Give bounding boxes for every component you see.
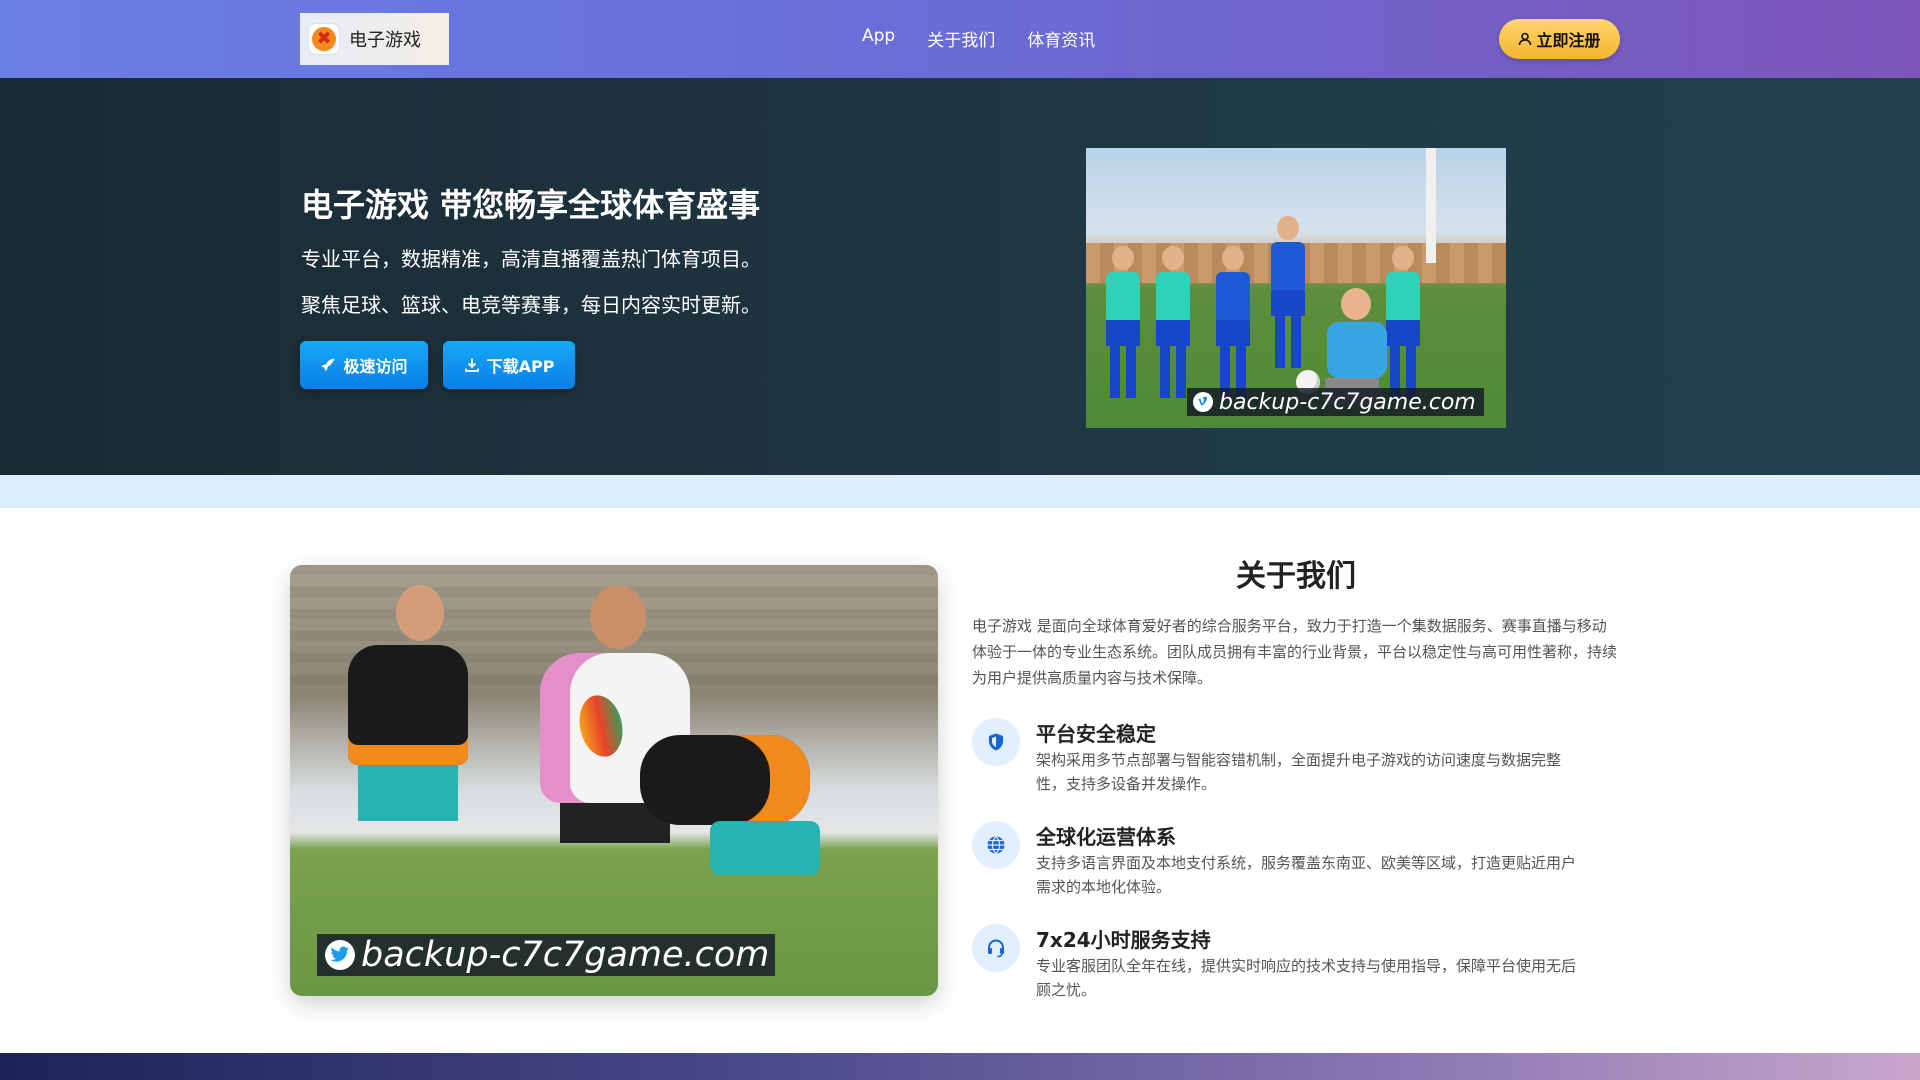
photo-kid — [1271, 216, 1305, 368]
main-nav: App 关于我们 体育资讯 — [862, 26, 1127, 51]
nav-link-app[interactable]: App — [862, 26, 895, 51]
register-label: 立即注册 — [1536, 31, 1601, 50]
user-icon — [1518, 32, 1532, 46]
download-app-label: 下载APP — [486, 357, 555, 376]
photo-rugby-player — [640, 735, 840, 935]
feature-title: 平台安全稳定 — [1036, 722, 1156, 746]
feature-description: 专业客服团队全年在线，提供实时响应的技术支持与使用指导，保障平台使用无后顾之忧。 — [1036, 957, 1577, 999]
hero-divider-band — [0, 475, 1920, 508]
hero-subtitle-1: 专业平台，数据精准，高清直播覆盖热门体育项目。 — [301, 247, 761, 271]
feature-description: 支持多语言界面及本地支付系统，服务覆盖东南亚、欧美等区域，打造更贴近用户需求的本… — [1036, 854, 1577, 896]
rocket-icon — [321, 358, 335, 371]
photo-rugby-player — [348, 585, 488, 905]
hero-photo-youth-football: backup-c7c7game.com — [1086, 148, 1506, 428]
vimeo-icon — [1193, 392, 1213, 412]
photo-watermark-text: backup-c7c7game.com — [361, 935, 770, 975]
shield-icon — [972, 718, 1020, 766]
globe-icon — [972, 821, 1020, 869]
top-navbar: ✖ 电子游戏 App 关于我们 体育资讯 立即注册 — [0, 0, 1920, 78]
brand-name: 电子游戏 — [349, 30, 421, 51]
photo-kid — [1106, 246, 1140, 398]
photo-kid — [1216, 246, 1250, 398]
hero-section — [0, 78, 1920, 475]
download-icon — [464, 358, 479, 372]
download-app-button[interactable]: 下载APP — [443, 341, 575, 389]
photo-watermark: backup-c7c7game.com — [317, 934, 776, 976]
feature-description: 架构采用多节点部署与智能容错机制，全面提升电子游戏的访问速度与数据完整性，支持多… — [1036, 751, 1562, 793]
photo-light-pole — [1426, 148, 1436, 263]
photo-kid — [1156, 246, 1190, 398]
headset-icon — [972, 924, 1020, 972]
brand-logo-icon: ✖ — [308, 23, 340, 55]
footer-gradient-strip — [0, 1053, 1920, 1080]
brand-logo-link[interactable]: ✖ 电子游戏 — [300, 13, 449, 65]
nav-link-about[interactable]: 关于我们 — [927, 26, 995, 51]
about-title: 关于我们 — [1236, 559, 1356, 594]
photo-watermark: backup-c7c7game.com — [1187, 388, 1484, 416]
feature-title: 7x24小时服务支持 — [1036, 928, 1211, 952]
hero-title: 电子游戏 带您畅享全球体育盛事 — [301, 186, 761, 224]
nav-link-sports-news[interactable]: 体育资讯 — [1027, 26, 1095, 51]
about-description: 电子游戏 是面向全球体育爱好者的综合服务平台，致力于打造一个集数据服务、赛事直播… — [972, 617, 1618, 687]
hero-subtitle-2: 聚焦足球、篮球、电竞等赛事，每日内容实时更新。 — [301, 293, 761, 317]
twitter-icon — [325, 940, 355, 970]
photo-watermark-text: backup-c7c7game.com — [1219, 389, 1476, 415]
fast-visit-label: 极速访问 — [343, 357, 408, 376]
photo-kid — [1386, 246, 1420, 398]
about-photo-rugby: backup-c7c7game.com — [290, 565, 938, 996]
feature-title: 全球化运营体系 — [1036, 825, 1176, 849]
register-button[interactable]: 立即注册 — [1499, 19, 1620, 59]
fast-visit-button[interactable]: 极速访问 — [300, 341, 428, 389]
